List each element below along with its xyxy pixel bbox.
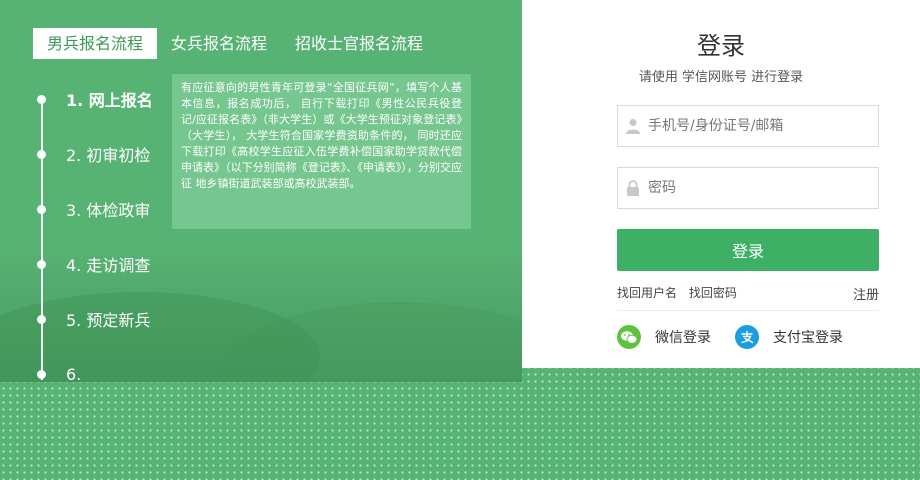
tab-female-process[interactable]: 女兵报名流程 — [157, 28, 281, 59]
step-dot — [37, 94, 46, 104]
alipay-login-button[interactable]: 支付宝登录 — [735, 325, 843, 349]
login-button[interactable]: 登录 — [617, 229, 879, 271]
process-tabs: 男兵报名流程 女兵报名流程 招收士官报名流程 — [33, 28, 437, 59]
wechat-login-button[interactable]: 微信登录 — [617, 325, 711, 349]
login-subtitle: 请使用 学信网账号 进行登录 — [638, 70, 804, 85]
step-label: 4. 走访调查 — [66, 256, 151, 275]
tab-male-process[interactable]: 男兵报名流程 — [33, 28, 158, 59]
password-field[interactable] — [617, 167, 879, 209]
step-six[interactable]: 6. — [30, 363, 81, 382]
username-input[interactable] — [648, 118, 868, 134]
forgot-password-link[interactable]: 找回密码 — [689, 286, 737, 300]
step-label: 6. — [66, 364, 82, 383]
recovery-links: 找回用户名 找回密码 — [617, 286, 745, 300]
recruitment-hero: 男兵报名流程 女兵报名流程 招收士官报名流程 1. 网上报名 2. 初审初检 3… — [0, 0, 522, 382]
step-medical-political-check[interactable]: 3. 体检政审 — [30, 198, 150, 220]
step-online-registration[interactable]: 1. 网上报名 — [30, 88, 153, 110]
step-dot — [37, 259, 46, 269]
alipay-login-label: 支付宝登录 — [773, 330, 843, 346]
tab-nco-process[interactable]: 招收士官报名流程 — [281, 28, 437, 59]
account-links: 找回用户名 找回密码 注册 — [617, 284, 879, 303]
forgot-username-link[interactable]: 找回用户名 — [617, 286, 677, 300]
username-field[interactable] — [617, 105, 879, 147]
alipay-icon — [735, 325, 759, 349]
wechat-icon — [617, 325, 641, 349]
login-panel: 登录 请使用 学信网账号 进行登录 登录 找回用户名 找回密码 注册 微信登录 … — [522, 0, 920, 368]
step-dot — [37, 149, 46, 159]
step-dot — [37, 204, 46, 214]
step-label: 2. 初审初检 — [66, 146, 151, 165]
divider — [617, 310, 879, 311]
password-input[interactable] — [648, 180, 868, 196]
step-label: 1. 网上报名 — [66, 91, 153, 110]
step-dot — [37, 314, 46, 324]
lock-icon — [618, 180, 648, 196]
register-link[interactable]: 注册 — [853, 284, 879, 303]
step-label: 5. 预定新兵 — [66, 311, 151, 330]
step-dot — [37, 369, 46, 379]
process-steps: 1. 网上报名 2. 初审初检 3. 体检政审 4. 走访调查 5. 预定新兵 … — [30, 80, 170, 382]
step-label: 3. 体检政审 — [66, 201, 151, 220]
user-icon — [618, 118, 648, 134]
steps-timeline — [41, 98, 43, 380]
step-preselect-recruit[interactable]: 5. 预定新兵 — [30, 308, 150, 330]
step-home-visit[interactable]: 4. 走访调查 — [30, 253, 150, 275]
step-preliminary-check[interactable]: 2. 初审初检 — [30, 143, 150, 165]
step-description-tooltip: 有应征意向的男性青年可登录“全国征兵网”，填写个人基本信息，报名成功后， 自行下… — [172, 74, 471, 229]
login-title: 登录 — [697, 32, 745, 60]
wechat-login-label: 微信登录 — [655, 330, 711, 346]
